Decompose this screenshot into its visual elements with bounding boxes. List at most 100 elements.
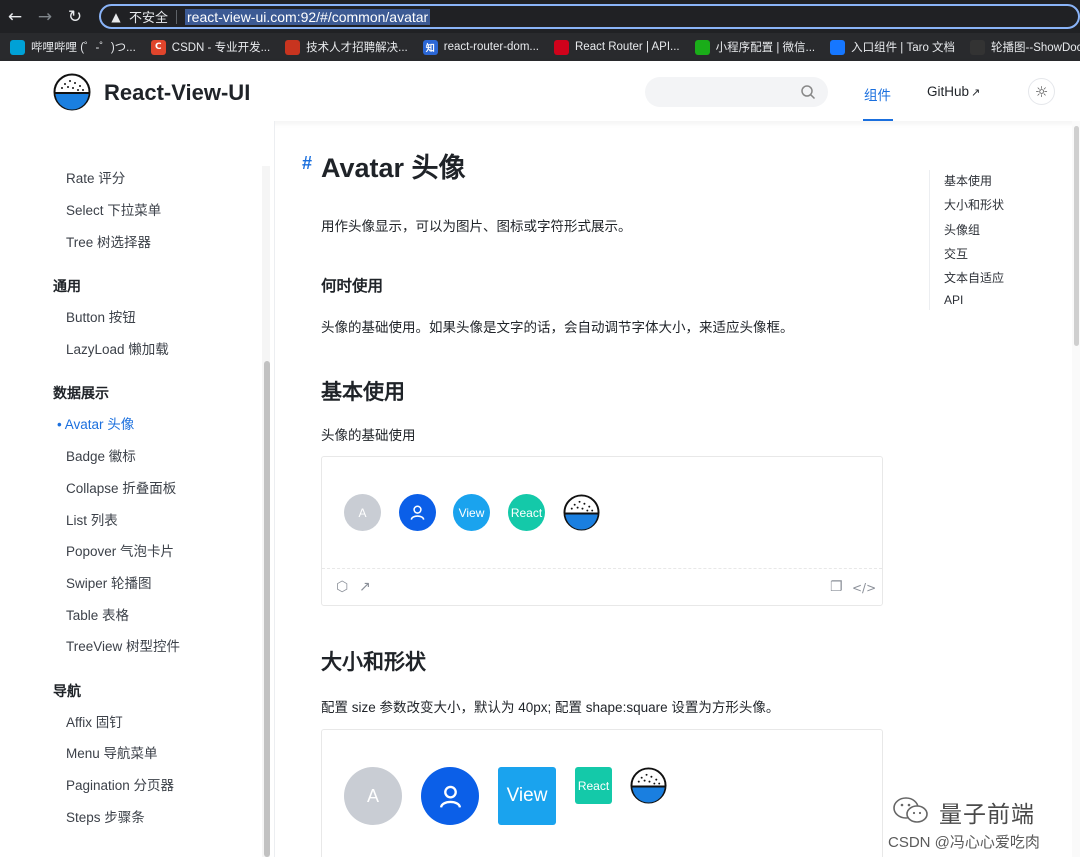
toc-item[interactable]: 大小和形状 bbox=[944, 196, 1004, 213]
active-dot-icon: • bbox=[57, 417, 65, 432]
sidebar-item[interactable]: Steps 步骤条 bbox=[66, 806, 145, 826]
sidebar-item[interactable]: Select 下拉菜单 bbox=[66, 199, 161, 219]
copy-icon[interactable]: ❐ bbox=[830, 579, 843, 595]
showdoc-icon bbox=[970, 40, 985, 55]
wechat-icon bbox=[695, 40, 710, 55]
insecure-label[interactable]: 不安全 bbox=[129, 7, 168, 26]
size-demo-box: AViewReact bbox=[321, 729, 883, 857]
bookmark-item[interactable]: 哔哩哔哩 (゜-゜)つ... bbox=[10, 39, 136, 55]
search-input[interactable] bbox=[645, 77, 828, 107]
avatar-text: A bbox=[344, 494, 381, 531]
bookmark-item[interactable]: 小程序配置 | 微信... bbox=[695, 39, 815, 55]
sidebar-item-label: Select 下拉菜单 bbox=[66, 203, 161, 218]
sidebar-item[interactable]: Affix 固钉 bbox=[66, 711, 123, 731]
bookmark-label: CSDN - 专业开发... bbox=[172, 39, 270, 55]
bookmark-item[interactable]: 轮播图--ShowDoc bbox=[970, 39, 1080, 55]
sidebar-item-label: Menu 导航菜单 bbox=[66, 746, 158, 761]
brand-name[interactable]: React-View-UI bbox=[104, 80, 250, 106]
sidebar-item-label: Avatar 头像 bbox=[65, 417, 135, 432]
sidebar-item[interactable]: TreeView 树型控件 bbox=[66, 635, 180, 655]
avatar-text: View bbox=[498, 767, 556, 825]
page-scrollbar-thumb[interactable] bbox=[1074, 126, 1079, 346]
sidebar-item-label: 通用 bbox=[53, 278, 81, 294]
sidebar-item[interactable]: Tree 树选择器 bbox=[66, 231, 151, 251]
bookmark-item[interactable]: C CSDN - 专业开发... bbox=[151, 39, 270, 55]
bookmark-item[interactable]: 知react-router-dom... bbox=[423, 40, 539, 55]
sidebar-item-label: Steps 步骤条 bbox=[66, 810, 145, 825]
bookmark-label: react-router-dom... bbox=[444, 41, 539, 53]
size-shape-heading: 大小和形状 bbox=[321, 646, 426, 676]
sidebar-item[interactable]: LazyLoad 懒加载 bbox=[66, 338, 169, 358]
nav-github[interactable]: GitHub↗ bbox=[927, 84, 980, 99]
sidebar-item[interactable]: Swiper 轮播图 bbox=[66, 572, 152, 592]
codesandbox-icon[interactable]: ⬡ bbox=[336, 579, 348, 595]
tv-icon bbox=[10, 40, 25, 55]
back-arrow-icon[interactable]: ← bbox=[0, 0, 30, 33]
basic-usage-desc: 头像的基础使用 bbox=[321, 424, 416, 444]
address-divider bbox=[176, 10, 177, 24]
bookmark-item[interactable]: 入口组件 | Taro 文档 bbox=[830, 39, 955, 55]
browser-toolbar: ← → ↻ ▲ 不安全 react-view-ui.com:92/#/commo… bbox=[0, 0, 1080, 33]
page-title: Avatar 头像 bbox=[321, 146, 466, 185]
sidebar-item[interactable]: Badge 徽标 bbox=[66, 445, 136, 465]
user-icon bbox=[408, 503, 427, 522]
sidebar-item[interactable]: Collapse 折叠面板 bbox=[66, 477, 176, 497]
toc-item[interactable]: 文本自适应 bbox=[944, 269, 1004, 286]
anchor-hash[interactable]: # bbox=[302, 153, 312, 174]
rice-bowl-icon bbox=[563, 494, 600, 531]
address-bar[interactable]: ▲ 不安全 react-view-ui.com:92/#/common/avat… bbox=[99, 4, 1080, 29]
sidebar-item[interactable]: Pagination 分页器 bbox=[66, 774, 174, 794]
forward-arrow-icon[interactable]: → bbox=[30, 0, 60, 33]
avatar-image bbox=[563, 494, 600, 531]
job-icon bbox=[285, 40, 300, 55]
external-link-icon: ↗ bbox=[971, 86, 980, 99]
avatar-text: A bbox=[344, 767, 402, 825]
sidebar-item-label: Collapse 折叠面板 bbox=[66, 481, 176, 496]
sidebar-item-label: List 列表 bbox=[66, 513, 118, 528]
warning-icon: ▲ bbox=[109, 10, 123, 24]
sidebar-item[interactable]: Table 表格 bbox=[66, 604, 129, 624]
toc-item[interactable]: API bbox=[944, 293, 963, 307]
code-icon[interactable]: </> bbox=[852, 581, 876, 595]
basic-usage-heading: 基本使用 bbox=[321, 376, 405, 406]
site-header: React-View-UI 组件 GitHub↗ ☼ bbox=[0, 61, 1080, 121]
sidebar-item-label: Badge 徽标 bbox=[66, 449, 136, 464]
bookmarks-bar: 哔哩哔哩 (゜-゜)つ... C CSDN - 专业开发... 技术人才招聘解决...… bbox=[0, 33, 1080, 61]
bookmark-label: 小程序配置 | 微信... bbox=[716, 39, 815, 55]
sidebar-item[interactable]: Rate 评分 bbox=[66, 167, 125, 187]
rice-bowl-logo-icon[interactable] bbox=[53, 73, 91, 111]
avatar-icon bbox=[399, 494, 436, 531]
url-text[interactable]: react-view-ui.com:92/#/common/avatar bbox=[185, 9, 430, 25]
bookmark-favicon-icon: C bbox=[151, 40, 166, 55]
wechat-watermark-icon bbox=[891, 795, 931, 825]
sidebar-item[interactable]: Menu 导航菜单 bbox=[66, 742, 158, 762]
toc-item[interactable]: 基本使用 bbox=[944, 172, 992, 189]
sidebar-item-label: 导航 bbox=[53, 683, 81, 699]
bookmark-label: 轮播图--ShowDoc bbox=[991, 39, 1080, 55]
bookmark-item[interactable]: React Router | API... bbox=[554, 40, 680, 55]
sidebar-item-label: Button 按钮 bbox=[66, 310, 136, 325]
avatar-image bbox=[630, 767, 667, 804]
sidebar-item-label: TreeView 树型控件 bbox=[66, 639, 180, 654]
toc-item[interactable]: 交互 bbox=[944, 245, 968, 262]
open-external-icon[interactable]: ↗ bbox=[359, 579, 371, 595]
demo-toolbar: ⬡ ↗ ❐ </> bbox=[322, 568, 882, 606]
nav-components[interactable]: 组件 bbox=[864, 84, 891, 104]
sidebar-item-label: Affix 固钉 bbox=[66, 715, 123, 730]
sidebar-scrollbar-thumb[interactable] bbox=[264, 361, 270, 857]
reload-icon[interactable]: ↻ bbox=[60, 0, 90, 33]
sidebar-item-label: Swiper 轮播图 bbox=[66, 576, 152, 591]
avatar-text: React bbox=[508, 494, 545, 531]
sidebar-item[interactable]: Button 按钮 bbox=[66, 306, 136, 326]
sidebar-item-label: Pagination 分页器 bbox=[66, 778, 174, 793]
sidebar-item[interactable]: List 列表 bbox=[66, 509, 118, 529]
sidebar-item-label: Table 表格 bbox=[66, 608, 129, 623]
sidebar-group-title: 导航 bbox=[53, 681, 81, 701]
toc-item[interactable]: 头像组 bbox=[944, 221, 980, 238]
theme-toggle-sun-icon[interactable]: ☼ bbox=[1028, 78, 1055, 105]
bookmark-label: 入口组件 | Taro 文档 bbox=[851, 39, 955, 55]
sidebar-item[interactable]: Popover 气泡卡片 bbox=[66, 540, 174, 560]
sidebar-item[interactable]: • Avatar 头像 bbox=[57, 413, 134, 433]
bookmark-item[interactable]: 技术人才招聘解决... bbox=[285, 39, 408, 55]
sidebar-item-label: Tree 树选择器 bbox=[66, 235, 151, 250]
